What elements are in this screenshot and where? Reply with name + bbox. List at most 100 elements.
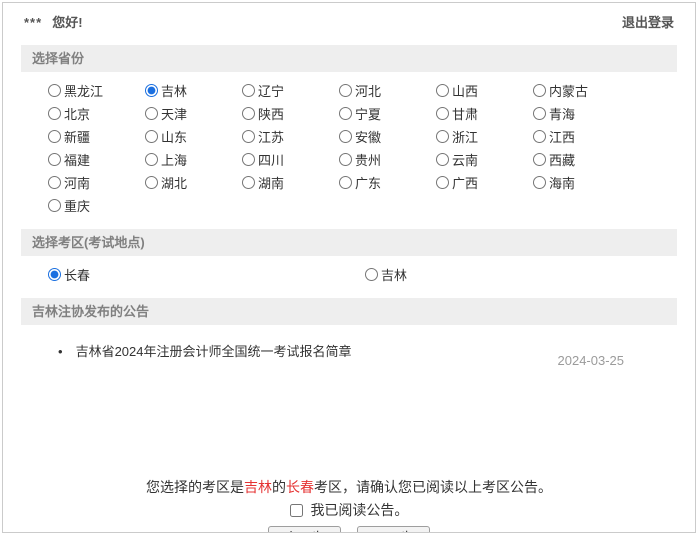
province-option[interactable]: 湖南: [242, 171, 339, 194]
province-radio[interactable]: [145, 107, 158, 120]
province-label: 宁夏: [355, 104, 381, 123]
prev-step-button[interactable]: 上一步: [268, 526, 341, 533]
province-option[interactable]: 福建: [48, 148, 145, 171]
next-step-button[interactable]: 下一步: [357, 526, 430, 533]
agree-checkbox[interactable]: [290, 504, 303, 517]
province-radio[interactable]: [533, 176, 546, 189]
province-option[interactable]: 重庆: [48, 194, 145, 217]
announcement-date: 2024-03-25: [558, 352, 625, 370]
province-option[interactable]: 甘肃: [436, 102, 533, 125]
province-radio[interactable]: [533, 153, 546, 166]
greeting: ***您好!: [24, 13, 83, 33]
confirm-suffix: 考区，请确认您已阅读以上考区公告。: [314, 479, 552, 495]
province-label: 新疆: [64, 127, 90, 146]
province-option[interactable]: 浙江: [436, 125, 533, 148]
exam-area-radio[interactable]: [48, 268, 61, 281]
province-option[interactable]: 宁夏: [339, 102, 436, 125]
agree-label[interactable]: 我已阅读公告。: [310, 502, 408, 518]
province-option[interactable]: 辽宁: [242, 79, 339, 102]
province-option[interactable]: 内蒙古: [533, 79, 630, 102]
province-option[interactable]: 云南: [436, 148, 533, 171]
province-radio[interactable]: [242, 107, 255, 120]
province-radio[interactable]: [242, 84, 255, 97]
province-radio[interactable]: [533, 107, 546, 120]
province-radio[interactable]: [145, 84, 158, 97]
province-label: 西藏: [549, 150, 575, 169]
province-radio[interactable]: [48, 153, 61, 166]
province-option[interactable]: 贵州: [339, 148, 436, 171]
province-label: 上海: [161, 150, 187, 169]
province-radio[interactable]: [242, 176, 255, 189]
province-option[interactable]: 四川: [242, 148, 339, 171]
province-radio[interactable]: [145, 153, 158, 166]
province-radio[interactable]: [436, 153, 449, 166]
exam-area-grid: 长春 吉林: [48, 263, 650, 286]
province-radio[interactable]: [533, 84, 546, 97]
province-radio[interactable]: [145, 130, 158, 143]
exam-area-option[interactable]: 吉林: [365, 263, 650, 286]
province-option[interactable]: 上海: [145, 148, 242, 171]
province-option[interactable]: 陕西: [242, 102, 339, 125]
province-option[interactable]: 江西: [533, 125, 630, 148]
province-option[interactable]: 黑龙江: [48, 79, 145, 102]
exam-area-radio[interactable]: [365, 268, 378, 281]
province-radio[interactable]: [48, 107, 61, 120]
province-radio[interactable]: [339, 130, 352, 143]
province-option[interactable]: 广东: [339, 171, 436, 194]
announcements-list: • 吉林省2024年注册会计师全国统一考试报名简章 2024-03-25: [48, 325, 650, 477]
province-radio[interactable]: [339, 153, 352, 166]
province-radio[interactable]: [436, 84, 449, 97]
confirm-text: 您选择的考区是吉林的长春考区，请确认您已阅读以上考区公告。: [3, 477, 695, 497]
province-option[interactable]: 河北: [339, 79, 436, 102]
province-radio[interactable]: [242, 130, 255, 143]
province-option[interactable]: 山东: [145, 125, 242, 148]
province-radio[interactable]: [436, 107, 449, 120]
province-option[interactable]: 广西: [436, 171, 533, 194]
province-label: 黑龙江: [64, 81, 103, 100]
exam-area-option[interactable]: 长春: [48, 263, 365, 286]
confirm-province: 吉林: [244, 479, 272, 495]
province-grid: 黑龙江 吉林 辽宁河北 山西 内蒙古北京天津陕西 宁夏 甘肃青海新疆 山东 江苏安徽 浙江 江西福建…: [48, 79, 650, 217]
province-radio[interactable]: [339, 107, 352, 120]
province-label: 安徽: [355, 127, 381, 146]
province-option[interactable]: 新疆: [48, 125, 145, 148]
province-label: 山东: [161, 127, 187, 146]
logout-link[interactable]: 退出登录: [622, 13, 674, 33]
province-label: 广东: [355, 173, 381, 192]
province-label: 福建: [64, 150, 90, 169]
province-option[interactable]: 山西: [436, 79, 533, 102]
province-option[interactable]: 河南: [48, 171, 145, 194]
province-radio[interactable]: [436, 130, 449, 143]
province-option[interactable]: 天津: [145, 102, 242, 125]
province-radio[interactable]: [242, 153, 255, 166]
province-radio[interactable]: [48, 130, 61, 143]
province-label: 浙江: [452, 127, 478, 146]
province-radio[interactable]: [48, 199, 61, 212]
province-label: 湖北: [161, 173, 187, 192]
province-option[interactable]: 北京: [48, 102, 145, 125]
exam-area-label: 长春: [64, 265, 90, 284]
province-radio[interactable]: [48, 84, 61, 97]
province-option[interactable]: 海南: [533, 171, 630, 194]
province-option[interactable]: 江苏: [242, 125, 339, 148]
province-radio[interactable]: [436, 176, 449, 189]
bullet-icon: •: [58, 343, 63, 361]
province-option[interactable]: 青海: [533, 102, 630, 125]
province-label: 河北: [355, 81, 381, 100]
province-radio[interactable]: [339, 176, 352, 189]
announcement-item-left: • 吉林省2024年注册会计师全国统一考试报名简章: [48, 343, 351, 361]
province-option[interactable]: 湖北: [145, 171, 242, 194]
province-option[interactable]: 安徽: [339, 125, 436, 148]
province-radio[interactable]: [145, 176, 158, 189]
province-radio[interactable]: [339, 84, 352, 97]
province-radio[interactable]: [533, 130, 546, 143]
announcement-title[interactable]: 吉林省2024年注册会计师全国统一考试报名简章: [76, 343, 352, 361]
province-label: 云南: [452, 150, 478, 169]
province-option[interactable]: 西藏: [533, 148, 630, 171]
exam-area-label: 吉林: [381, 265, 407, 284]
province-label: 陕西: [258, 104, 284, 123]
province-option[interactable]: 吉林: [145, 79, 242, 102]
province-label: 吉林: [161, 81, 187, 100]
province-radio[interactable]: [48, 176, 61, 189]
province-label: 山西: [452, 81, 478, 100]
